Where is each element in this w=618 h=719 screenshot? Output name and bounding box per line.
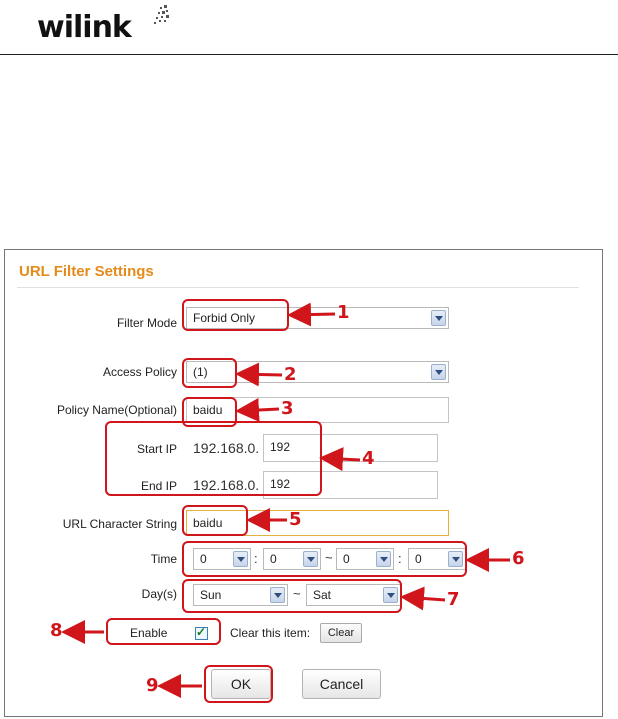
callout-number-6: 6: [512, 548, 525, 569]
callout-number-1: 1: [337, 302, 350, 323]
callout-number-7: 7: [447, 589, 460, 610]
callout-number-3: 3: [281, 398, 294, 419]
callout-number-2: 2: [284, 364, 297, 385]
callout-number-9: 9: [146, 675, 159, 696]
callout-arrows: [61, 302, 510, 698]
callout-number-4: 4: [362, 448, 375, 469]
callout-number-5: 5: [289, 509, 302, 530]
callout-number-8: 8: [50, 620, 63, 641]
